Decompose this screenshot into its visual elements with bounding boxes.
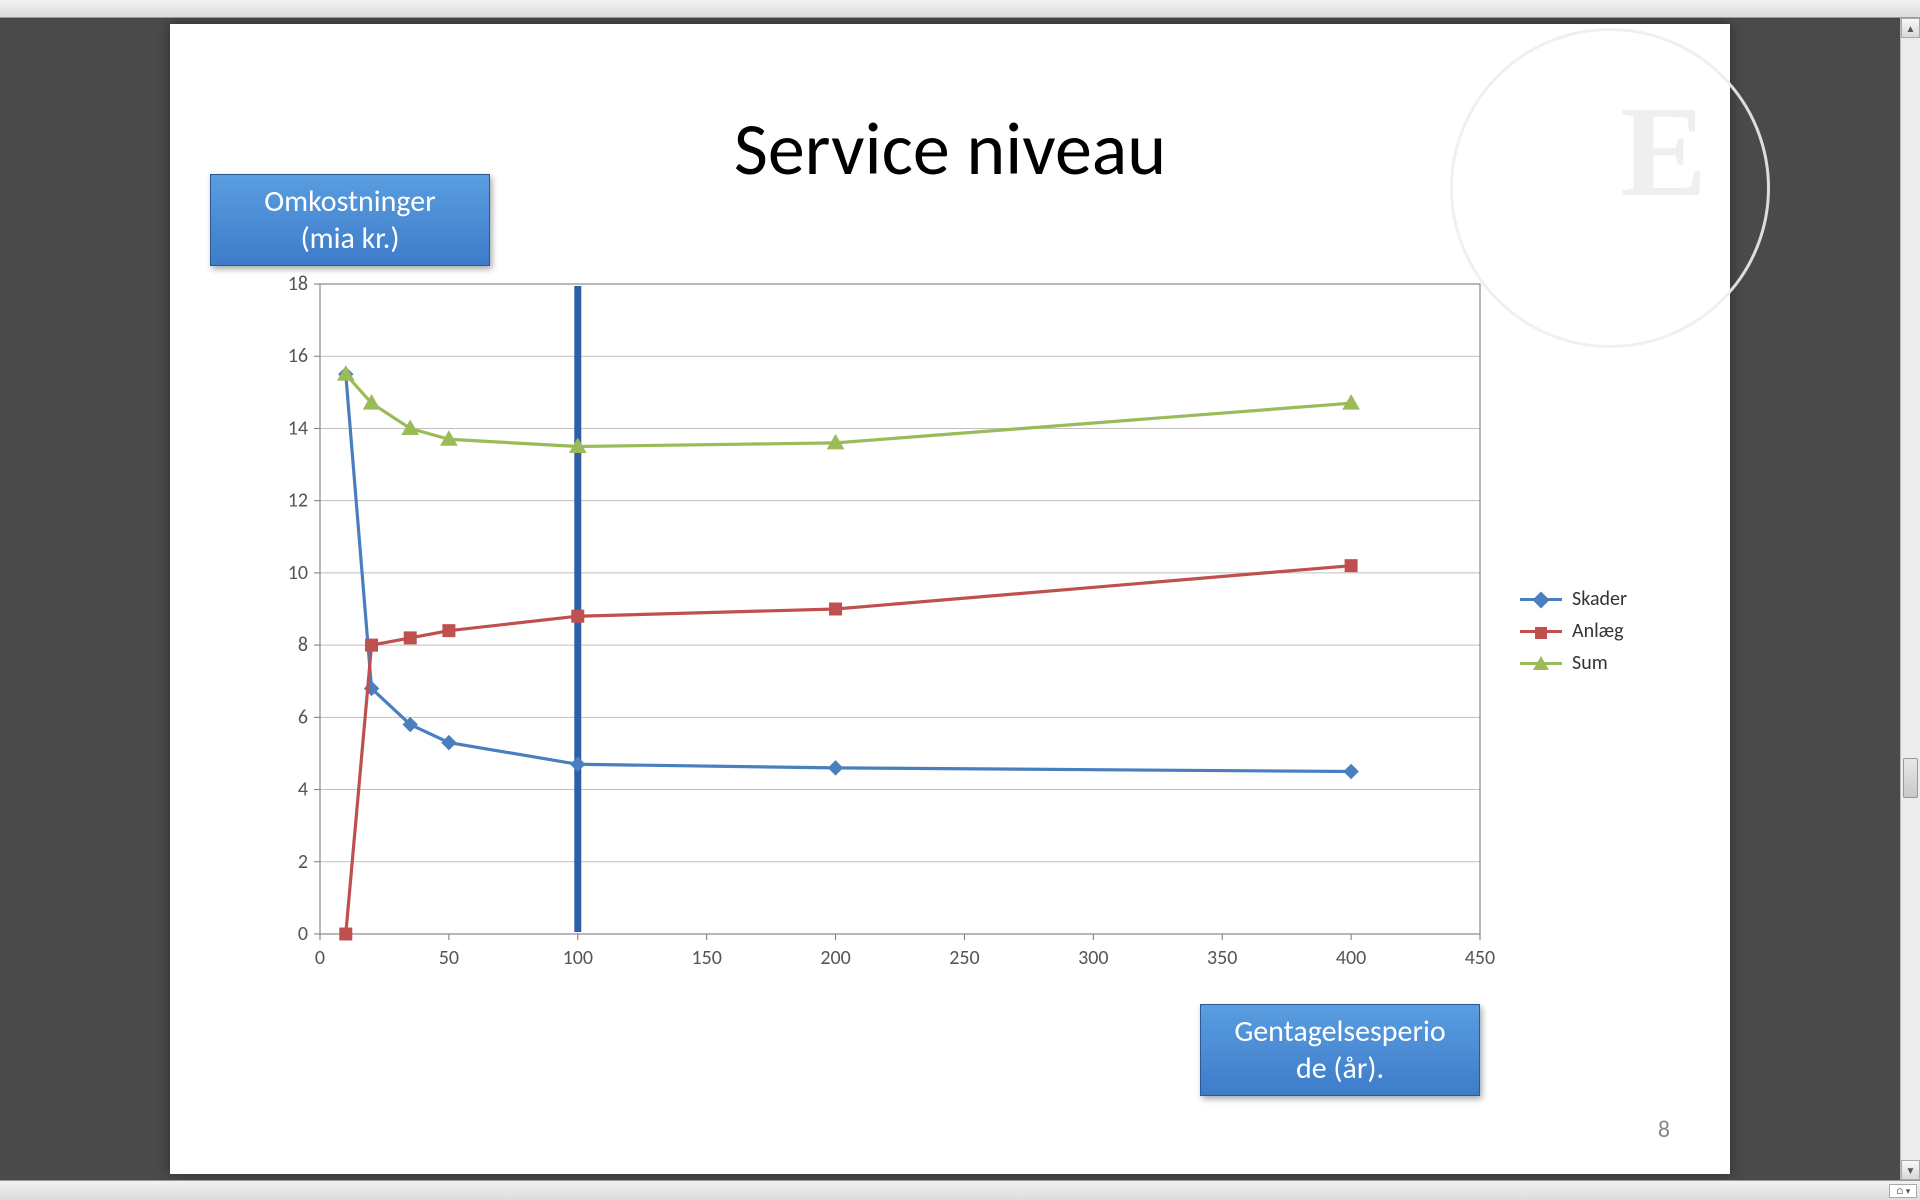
svg-text:18: 18 bbox=[288, 274, 308, 296]
svg-text:200: 200 bbox=[820, 946, 850, 970]
svg-text:350: 350 bbox=[1207, 946, 1237, 970]
svg-text:8: 8 bbox=[298, 633, 308, 657]
svg-text:0: 0 bbox=[298, 922, 308, 946]
legend-label: Anlæg bbox=[1572, 619, 1624, 643]
svg-text:2: 2 bbox=[298, 850, 308, 874]
x-axis-label-line1: Gentagelsesperio bbox=[1215, 1013, 1465, 1050]
svg-text:4: 4 bbox=[298, 778, 308, 802]
square-icon bbox=[1520, 630, 1562, 633]
svg-text:250: 250 bbox=[949, 946, 979, 970]
scroll-up-button[interactable]: ▲ bbox=[1901, 18, 1920, 38]
legend-label: Skader bbox=[1572, 587, 1627, 611]
triangle-icon bbox=[1520, 662, 1562, 665]
y-axis-label-box: Omkostninger (mia kr.) bbox=[210, 174, 490, 266]
legend-item-anlaeg: Anlæg bbox=[1520, 619, 1627, 643]
legend: Skader Anlæg Sum bbox=[1520, 579, 1627, 683]
diamond-icon bbox=[1520, 598, 1562, 601]
svg-text:6: 6 bbox=[298, 705, 308, 729]
legend-item-sum: Sum bbox=[1520, 651, 1627, 675]
y-axis-label-line2: (mia kr.) bbox=[225, 220, 475, 257]
app-top-chrome bbox=[0, 0, 1920, 18]
page-number: 8 bbox=[1658, 1115, 1670, 1144]
svg-text:16: 16 bbox=[288, 344, 308, 368]
slide-canvas: E Service niveau Omkostninger (mia kr.) … bbox=[170, 24, 1730, 1174]
svg-text:300: 300 bbox=[1078, 946, 1108, 970]
scroll-down-button[interactable]: ▼ bbox=[1901, 1160, 1920, 1180]
chart: 0 2 4 6 8 10 12 14 16 18 0 50 100 150 200 250 300 350 400 4… bbox=[250, 274, 1680, 994]
scroll-thumb[interactable] bbox=[1903, 758, 1918, 798]
legend-item-skader: Skader bbox=[1520, 587, 1627, 611]
y-axis-label-line1: Omkostninger bbox=[225, 183, 475, 220]
svg-text:100: 100 bbox=[563, 946, 593, 970]
app-bottom-chrome bbox=[0, 1180, 1920, 1200]
x-axis-label-box: Gentagelsesperio de (år). bbox=[1200, 1004, 1480, 1096]
x-axis-label-line2: de (år). bbox=[1215, 1050, 1465, 1087]
svg-text:50: 50 bbox=[439, 946, 459, 970]
chart-svg: 0 2 4 6 8 10 12 14 16 18 0 50 100 150 200 250 300 350 400 4… bbox=[250, 274, 1680, 994]
legend-label: Sum bbox=[1572, 651, 1608, 675]
svg-text:0: 0 bbox=[315, 946, 325, 970]
svg-text:10: 10 bbox=[288, 561, 308, 585]
view-options-button[interactable]: ⌂ ▾ bbox=[1889, 1184, 1917, 1198]
svg-text:450: 450 bbox=[1465, 946, 1495, 970]
svg-text:150: 150 bbox=[691, 946, 721, 970]
svg-text:14: 14 bbox=[288, 416, 308, 440]
vertical-scrollbar[interactable]: ▲ ▼ bbox=[1900, 18, 1920, 1180]
svg-text:12: 12 bbox=[288, 489, 308, 513]
svg-text:400: 400 bbox=[1336, 946, 1366, 970]
